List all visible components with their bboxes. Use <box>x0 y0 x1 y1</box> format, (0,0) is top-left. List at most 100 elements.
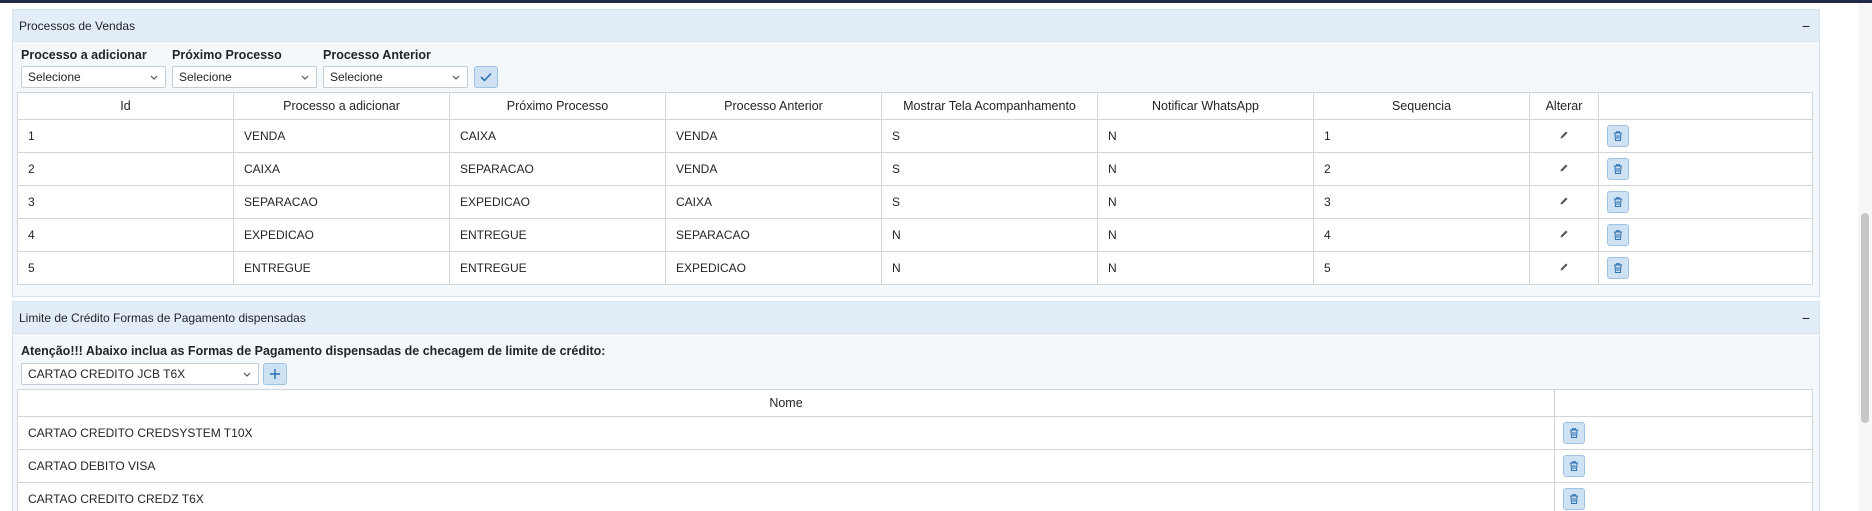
delete-button[interactable] <box>1563 488 1585 510</box>
warning-text: Atenção!!! Abaixo inclua as Formas de Pa… <box>21 344 606 358</box>
sales-processes-table: Id Processo a adicionar Próximo Processo… <box>17 92 1813 285</box>
previous-process-select[interactable]: Selecione <box>323 66 468 88</box>
cell-next-process: SEPARACAO <box>449 152 666 186</box>
scrollbar-thumb[interactable] <box>1861 213 1869 423</box>
cell-id: 4 <box>17 218 234 252</box>
cell-delete <box>1598 251 1813 285</box>
cell-next-process: EXPEDICAO <box>449 185 666 219</box>
check-icon <box>480 72 492 82</box>
cell-name: CARTAO CREDITO CREDSYSTEM T10X <box>17 416 1555 450</box>
table-row: 2 CAIXA SEPARACAO VENDA S N 2 <box>17 152 1813 186</box>
column-header[interactable]: Processo a adicionar <box>233 92 450 120</box>
delete-button[interactable] <box>1563 422 1585 444</box>
confirm-wrap <box>474 48 498 88</box>
cell-show-tracking: S <box>881 119 1098 153</box>
column-header[interactable]: Nome <box>17 389 1555 417</box>
pencil-icon[interactable] <box>1559 163 1569 173</box>
payment-form-add-row: CARTAO CREDITO JCB T6X <box>21 363 1815 385</box>
pencil-icon[interactable] <box>1559 229 1569 239</box>
credit-limit-header[interactable]: Limite de Crédito Formas de Pagamento di… <box>13 302 1819 334</box>
cell-id: 5 <box>17 251 234 285</box>
cell-delete <box>1598 218 1813 252</box>
select-value: CARTAO CREDITO JCB T6X <box>28 367 186 381</box>
trash-icon <box>1570 494 1578 504</box>
cell-previous-process: CAIXA <box>665 185 882 219</box>
delete-button[interactable] <box>1563 455 1585 477</box>
credit-limit-body: Atenção!!! Abaixo inclua as Formas de Pa… <box>13 334 1819 511</box>
cell-next-process: ENTREGUE <box>449 251 666 285</box>
table-row: CARTAO DEBITO VISA <box>17 449 1813 483</box>
column-header[interactable]: Mostrar Tela Acompanhamento <box>881 92 1098 120</box>
cell-process-to-add: ENTREGUE <box>233 251 450 285</box>
chevron-down-icon <box>150 75 158 80</box>
sales-processes-header[interactable]: Processos de Vendas − <box>13 10 1819 42</box>
cell-delete <box>1598 185 1813 219</box>
cell-previous-process: VENDA <box>665 119 882 153</box>
delete-button[interactable] <box>1607 125 1629 147</box>
cell-previous-process: SEPARACAO <box>665 218 882 252</box>
panel-title: Processos de Vendas <box>19 18 136 33</box>
trash-icon <box>1570 428 1578 438</box>
process-filter-row: Processo a adicionar Selecione Próximo P… <box>21 48 1815 88</box>
credit-limit-panel: Limite de Crédito Formas de Pagamento di… <box>12 301 1820 511</box>
sales-processes-panel: Processos de Vendas − Processo a adicion… <box>12 9 1820 297</box>
cell-sequence: 1 <box>1313 119 1530 153</box>
table-row: 5 ENTREGUE ENTREGUE EXPEDICAO N N 5 <box>17 251 1813 285</box>
window-top-border <box>0 0 1872 3</box>
pencil-icon[interactable] <box>1559 196 1569 206</box>
trash-icon <box>1614 164 1622 174</box>
column-header: Alterar <box>1529 92 1599 120</box>
payment-form-select[interactable]: CARTAO CREDITO JCB T6X <box>21 363 259 385</box>
column-header[interactable]: Notificar WhatsApp <box>1097 92 1314 120</box>
column-header <box>1598 92 1813 120</box>
cell-previous-process: EXPEDICAO <box>665 251 882 285</box>
cell-edit <box>1529 251 1599 285</box>
cell-notify-whatsapp: N <box>1097 218 1314 252</box>
add-payment-form-button[interactable] <box>263 363 287 385</box>
cell-process-to-add: CAIXA <box>233 152 450 186</box>
table-row: 3 SEPARACAO EXPEDICAO CAIXA S N 3 <box>17 185 1813 219</box>
cell-process-to-add: VENDA <box>233 119 450 153</box>
table-row: 4 EXPEDICAO ENTREGUE SEPARACAO N N 4 <box>17 218 1813 252</box>
cell-edit <box>1529 185 1599 219</box>
table-row: CARTAO CREDITO CREDZ T6X <box>17 482 1813 511</box>
column-header[interactable]: Processo Anterior <box>665 92 882 120</box>
delete-button[interactable] <box>1607 158 1629 180</box>
cell-notify-whatsapp: N <box>1097 119 1314 153</box>
column-header[interactable]: Próximo Processo <box>449 92 666 120</box>
cell-show-tracking: S <box>881 152 1098 186</box>
confirm-button[interactable] <box>474 66 498 88</box>
delete-button[interactable] <box>1607 257 1629 279</box>
cell-delete <box>1554 482 1813 511</box>
next-process-select[interactable]: Selecione <box>172 66 317 88</box>
cell-name: CARTAO CREDITO CREDZ T6X <box>17 482 1555 511</box>
cell-notify-whatsapp: N <box>1097 185 1314 219</box>
cell-next-process: ENTREGUE <box>449 218 666 252</box>
chevron-down-icon <box>452 75 460 80</box>
cell-sequence: 3 <box>1313 185 1530 219</box>
column-header[interactable]: Id <box>17 92 234 120</box>
trash-icon <box>1614 197 1622 207</box>
collapse-button[interactable]: − <box>1799 18 1813 34</box>
process-to-add-select[interactable]: Selecione <box>21 66 166 88</box>
cell-notify-whatsapp: N <box>1097 152 1314 186</box>
delete-button[interactable] <box>1607 224 1629 246</box>
cell-show-tracking: S <box>881 185 1098 219</box>
pencil-icon[interactable] <box>1559 130 1569 140</box>
table-row: 1 VENDA CAIXA VENDA S N 1 <box>17 119 1813 153</box>
delete-button[interactable] <box>1607 191 1629 213</box>
trash-icon <box>1614 230 1622 240</box>
cell-process-to-add: SEPARACAO <box>233 185 450 219</box>
chevron-down-icon <box>301 75 309 80</box>
pencil-icon[interactable] <box>1559 262 1569 272</box>
cell-sequence: 4 <box>1313 218 1530 252</box>
cell-delete <box>1598 152 1813 186</box>
collapse-button[interactable]: − <box>1799 310 1813 326</box>
cell-edit <box>1529 218 1599 252</box>
cell-id: 1 <box>17 119 234 153</box>
column-header[interactable]: Sequencia <box>1313 92 1530 120</box>
sales-processes-body: Processo a adicionar Selecione Próximo P… <box>13 42 1819 291</box>
chevron-down-icon <box>243 372 251 377</box>
field-previous-process: Processo Anterior Selecione <box>323 48 474 88</box>
table-header-row: Nome <box>17 389 1813 417</box>
